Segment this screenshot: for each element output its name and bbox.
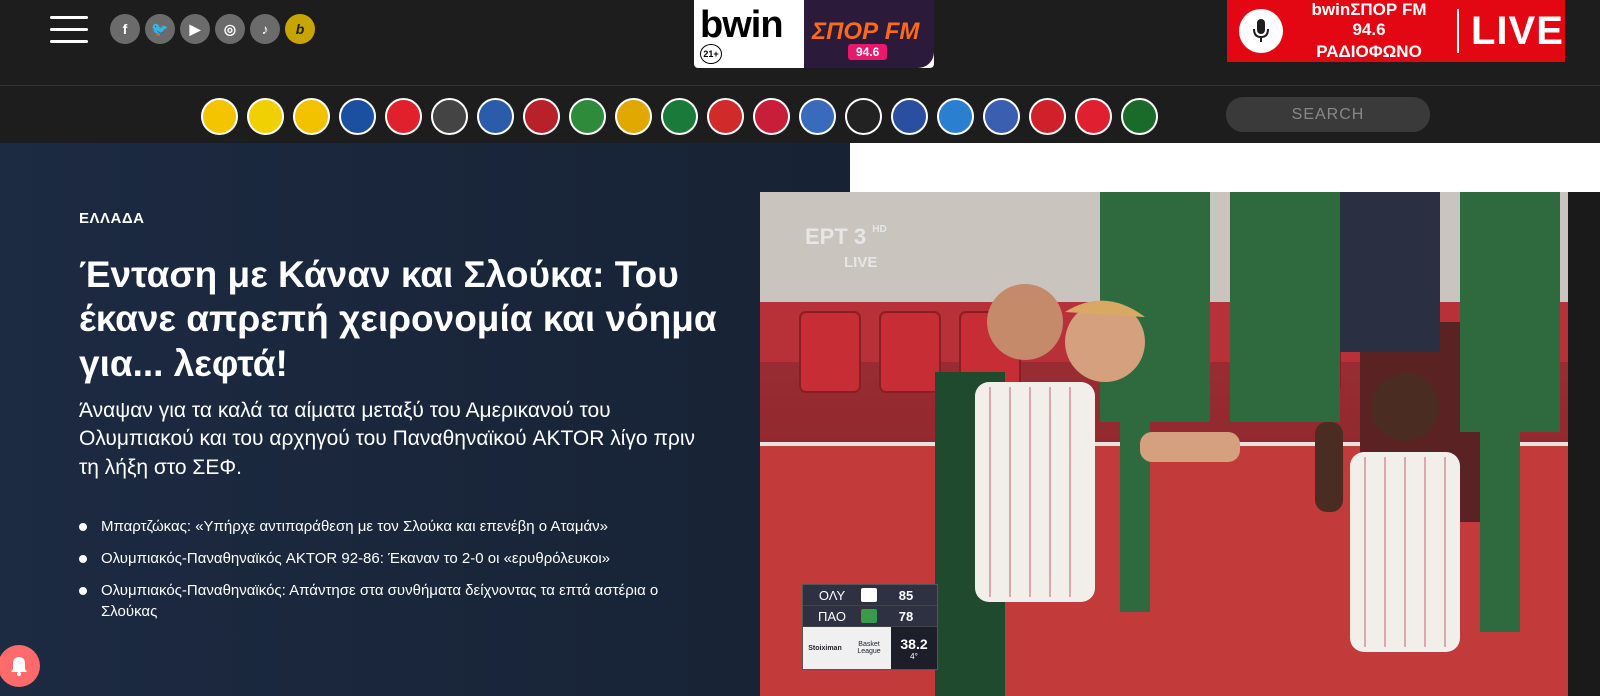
team-ofi-icon[interactable] [431,98,468,135]
channel-name: ΕΡΤ 3 [805,224,867,249]
league-name: Basket League [857,641,881,655]
sponsor-name: Stoiximan [808,644,842,652]
facebook-icon[interactable]: f [110,14,140,44]
live-radio-label: ΡΑΔΙΟΦΩΝΟ [1316,42,1422,61]
youtube-icon[interactable]: ▶ [180,14,210,44]
team-olympiacos-bc-icon[interactable] [1075,98,1112,135]
team-asteras-icon[interactable] [293,98,330,135]
team-panionios-icon[interactable] [1029,98,1066,135]
away-team-name: ΠΑΟ [818,608,846,624]
team-kifisia-icon[interactable] [477,98,514,135]
channel-logo: ΕΡΤ 3 HD [805,224,887,250]
article-photo[interactable]: ΕΡΤ 3 HD LIVE ΟΛΥ 85 ΠΑΟ 78 Stoiximan Ba… [760,192,1568,696]
live-radio-button[interactable]: bwinΣΠΟΡ FM 94.6 ΡΑΔΙΟΦΩΝΟ LIVE [1227,0,1565,62]
team-aek-icon[interactable] [201,98,238,135]
team-lamia-icon[interactable] [983,98,1020,135]
home-team-name: ΟΛΥ [818,587,846,603]
live-label: LIVE [1471,8,1564,53]
team-panaitolikos-icon[interactable] [615,98,652,135]
team-logos [201,98,1158,135]
channel-live-label: LIVE [844,254,878,271]
spor-fm-logo: ΣΠΟΡ FM 94.6 [804,0,934,68]
team-apollon-icon[interactable] [937,98,974,135]
team-bar [0,85,1600,143]
team-ionikos-icon[interactable] [891,98,928,135]
frequency-badge: 94.6 [848,44,888,60]
bell-icon [11,657,27,676]
instagram-icon[interactable]: ◎ [215,14,245,44]
game-clock: 38.2 4° [891,627,937,669]
team-iraklis-icon[interactable] [799,98,836,135]
related-articles: Μπαρτζώκας: «Υπήρχε αντιπαράθεση με τον … [79,516,699,633]
bwin-logo-text: bwin [700,4,784,46]
site-logo[interactable]: bwin 21+ ΣΠΟΡ FM 94.6 [694,0,934,68]
tiktok-icon[interactable]: ♪ [250,14,280,44]
scoreboard-row-home: ΟΛΥ 85 [803,585,937,606]
scoreboard-footer: Stoiximan Basket League 38.2 4° [803,627,937,669]
article-headline[interactable]: Ένταση με Κάναν και Σλούκα: Του έκανε απ… [79,253,719,386]
spor-fm-text: ΣΠΟΡ FM [812,18,920,45]
twitter-icon[interactable]: 🐦 [145,14,175,44]
scoreboard-row-away: ΠΑΟ 78 [803,606,937,627]
channel-hd: HD [872,224,887,235]
team-panathinaikos-icon[interactable] [661,98,698,135]
top-bar: f 🐦 ▶ ◎ ♪ b bwin 21+ ΣΠΟΡ FM 94.6 bwinΣΠΟΡ FM… [0,0,1600,85]
article-category[interactable]: ΕΛΛΑΔΑ [79,210,144,227]
home-team-score: 85 [898,587,914,603]
article-summary: Άναψαν για τα καλά τα αίματα μεταξύ του … [79,399,696,479]
social-links: f 🐦 ▶ ◎ ♪ b [110,14,315,44]
away-team-icon [861,609,877,623]
menu-icon[interactable] [50,16,88,44]
microphone-icon [1239,9,1283,53]
related-article-link[interactable]: Μπαρτζώκας: «Υπήρχε αντιπαράθεση με τον … [79,516,699,538]
scoreboard: ΟΛΥ 85 ΠΑΟ 78 Stoiximan Basket League 38… [802,584,938,670]
notification-bell-button[interactable] [0,645,40,687]
clock-time: 38.2 [900,635,928,652]
away-team-score: 78 [898,608,914,624]
period: 4° [910,651,918,661]
team-olympiacos-icon[interactable] [385,98,422,135]
team-aris-icon[interactable] [247,98,284,135]
related-article-link[interactable]: Ολυμπιακός-Παναθηναϊκός AKTOR 92-86: Έκα… [79,548,699,570]
home-team-icon [861,588,877,602]
age-badge: 21+ [700,44,722,64]
bwin-icon[interactable]: b [285,14,315,44]
team-atromitos-icon[interactable] [339,98,376,135]
team-paok-icon[interactable] [845,98,882,135]
team-volos-icon[interactable] [753,98,790,135]
live-radio-text: bwinΣΠΟΡ FM 94.6 ΡΑΔΙΟΦΩΝΟ [1295,0,1443,62]
search-input[interactable] [1226,97,1430,132]
team-levadiakos-icon[interactable] [569,98,606,135]
team-larissa-icon[interactable] [523,98,560,135]
white-strip [850,143,1600,192]
team-panserraikos-icon[interactable] [707,98,744,135]
related-article-link[interactable]: Ολυμπιακός-Παναθηναϊκός: Απάντησε στα συ… [79,580,699,624]
live-divider [1457,9,1459,53]
team-panathinaikos-bc-icon[interactable] [1121,98,1158,135]
live-radio-station: bwinΣΠΟΡ FM 94.6 [1311,0,1427,39]
